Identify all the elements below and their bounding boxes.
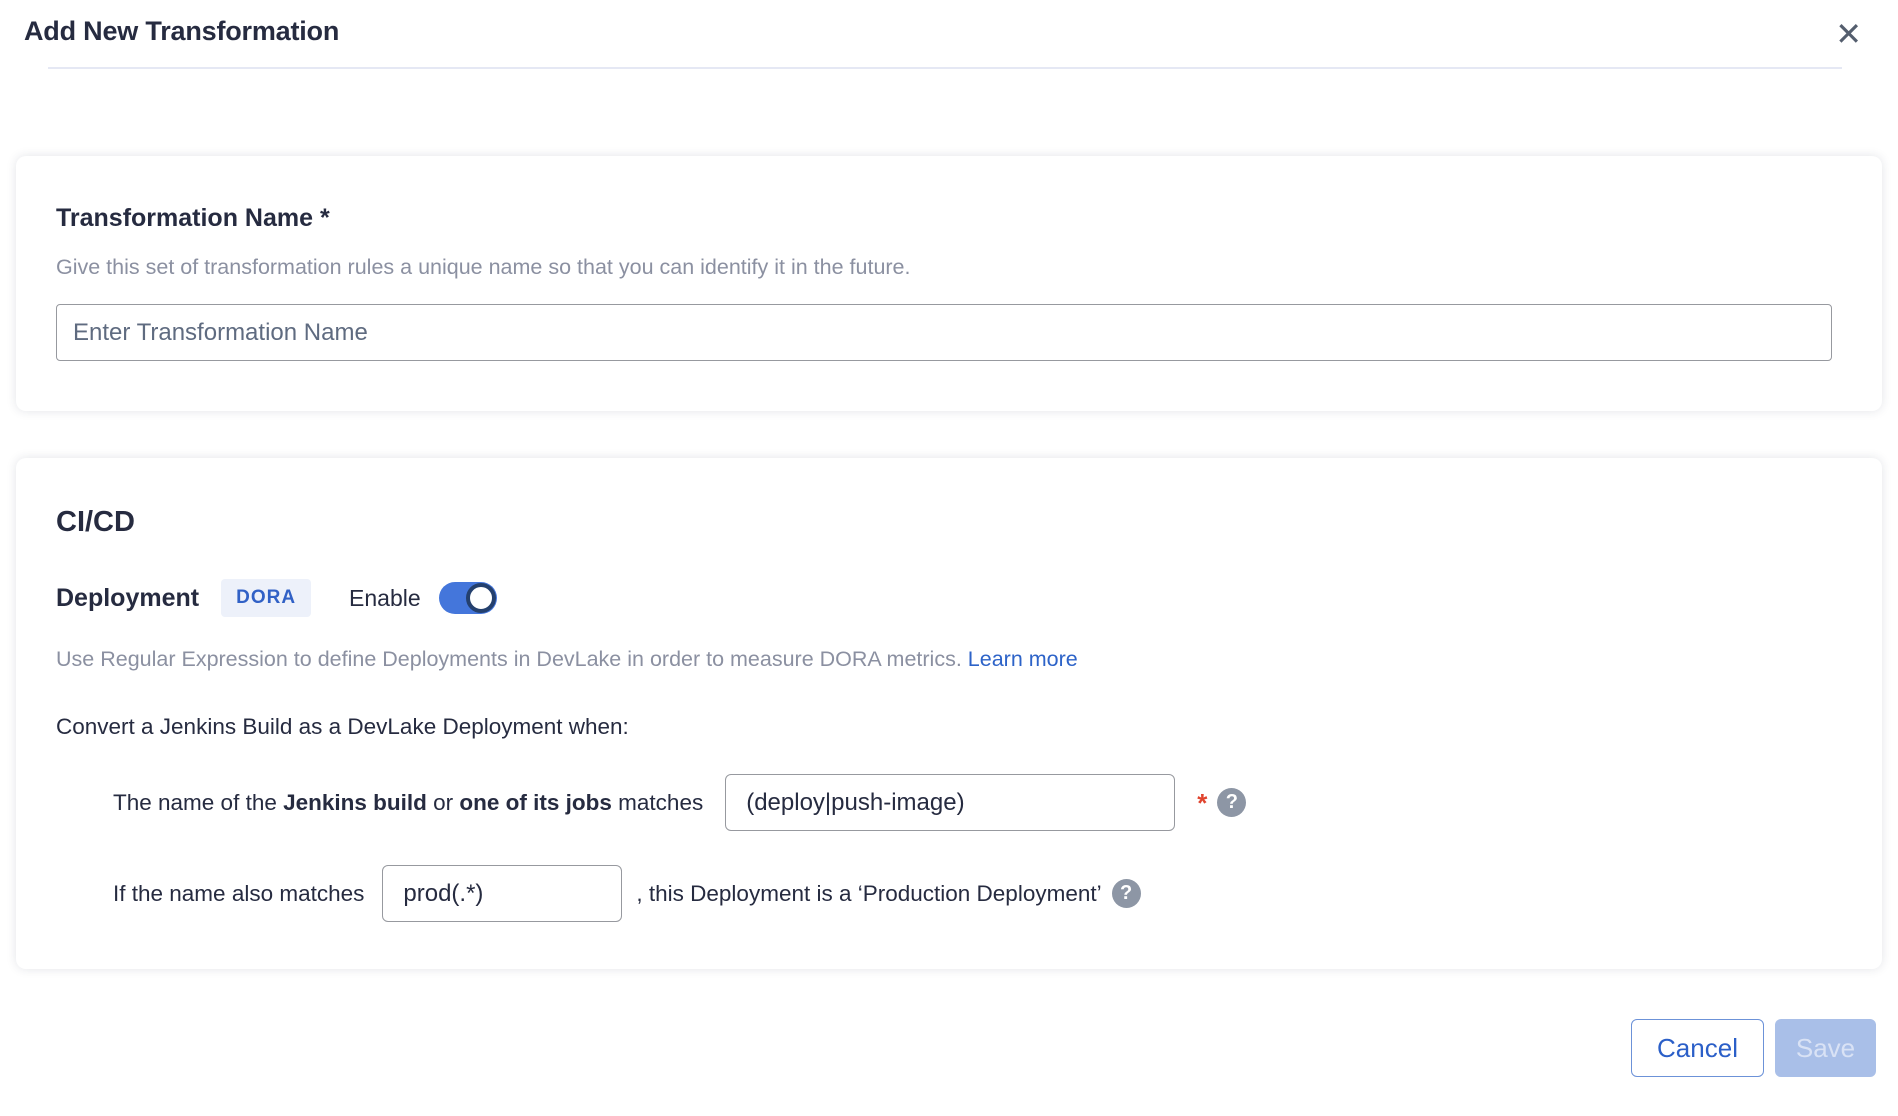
deployment-enable-toggle[interactable] — [439, 582, 497, 614]
production-regex-input[interactable] — [382, 865, 622, 922]
deployment-label: Deployment — [56, 584, 199, 613]
transformation-name-card: Transformation Name * Give this set of t… — [16, 156, 1882, 411]
deployment-row: Deployment DORA Enable — [56, 579, 1832, 617]
transformation-name-description: Give this set of transformation rules a … — [56, 255, 1832, 280]
close-icon[interactable]: ✕ — [1835, 18, 1862, 50]
learn-more-link[interactable]: Learn more — [968, 647, 1078, 671]
modal-header: Add New Transformation ✕ — [0, 0, 1898, 69]
transformation-name-heading: Transformation Name * — [56, 204, 1832, 233]
help-icon[interactable]: ? — [1217, 788, 1246, 817]
modal-title: Add New Transformation — [24, 16, 1874, 47]
regex-description-text: Use Regular Expression to define Deploym… — [56, 647, 962, 671]
toggle-knob-icon — [466, 583, 496, 613]
transformation-name-input[interactable] — [56, 304, 1832, 361]
production-rule-prefix: If the name also matches — [113, 881, 364, 907]
save-button[interactable]: Save — [1775, 1019, 1876, 1077]
cancel-button[interactable]: Cancel — [1631, 1019, 1764, 1077]
convert-when-line: Convert a Jenkins Build as a DevLake Dep… — [56, 714, 1832, 740]
required-asterisk: * — [1197, 793, 1207, 813]
enable-label: Enable — [349, 585, 421, 612]
header-divider — [48, 67, 1842, 69]
jenkins-build-rule-row: The name of the Jenkins build or one of … — [113, 774, 1832, 831]
deployment-regex-input[interactable] — [725, 774, 1175, 831]
cicd-card: CI/CD Deployment DORA Enable Use Regular… — [16, 458, 1882, 969]
modal-footer: Cancel Save — [0, 1019, 1876, 1077]
production-rule-suffix: , this Deployment is a ‘Production Deplo… — [636, 881, 1101, 907]
help-icon[interactable]: ? — [1112, 879, 1141, 908]
cicd-heading: CI/CD — [56, 506, 1832, 539]
regex-description: Use Regular Expression to define Deploym… — [56, 647, 1832, 672]
jenkins-rule-text: The name of the Jenkins build or one of … — [113, 790, 703, 816]
dora-badge: DORA — [221, 579, 311, 617]
production-rule-row: If the name also matches , this Deployme… — [113, 865, 1832, 922]
